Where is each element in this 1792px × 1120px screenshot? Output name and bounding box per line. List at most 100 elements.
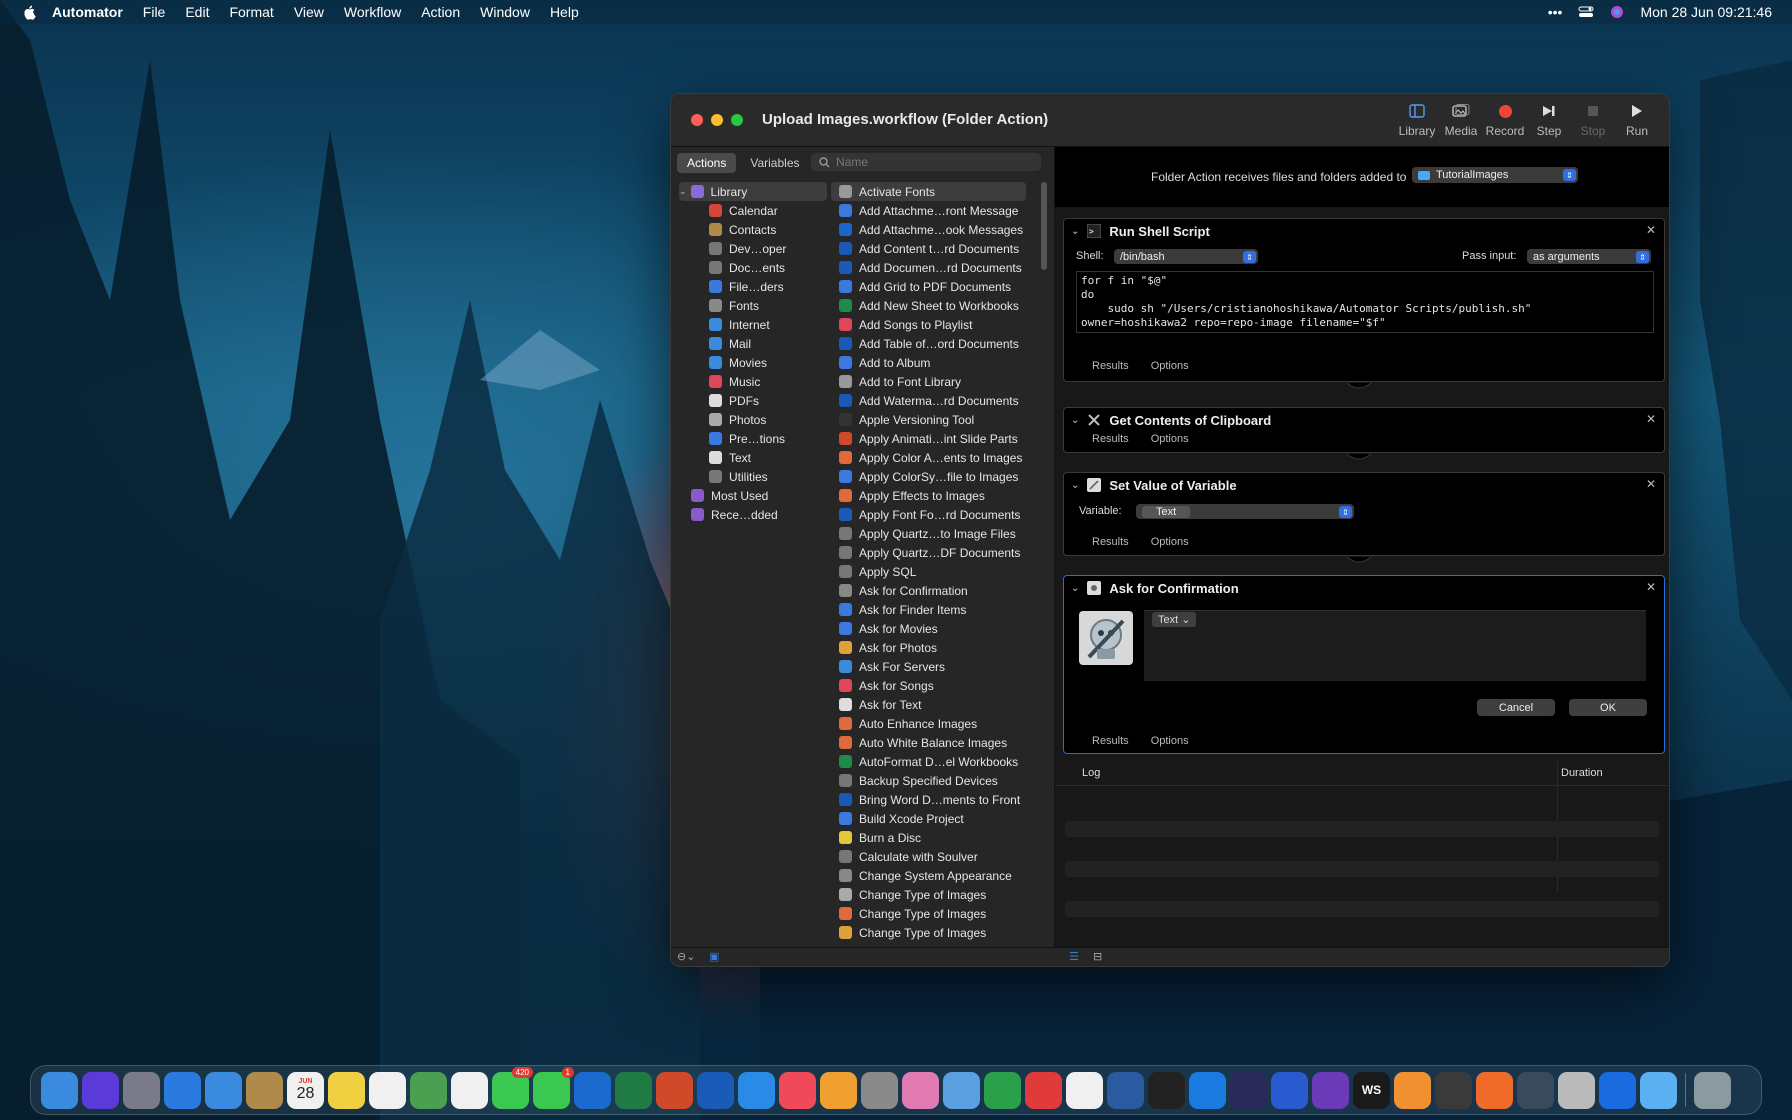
menu-file[interactable]: File bbox=[143, 4, 166, 20]
action-item[interactable]: Ask for Finder Items bbox=[831, 600, 1026, 619]
safari-dock-icon[interactable] bbox=[164, 1071, 201, 1109]
duration-column[interactable]: Duration bbox=[1561, 767, 1603, 779]
more-icon[interactable]: ••• bbox=[1548, 4, 1563, 20]
category-item[interactable]: Movies bbox=[679, 353, 827, 372]
finder-dock-icon[interactable] bbox=[41, 1071, 78, 1109]
menubar-clock[interactable]: Mon 28 Jun 09:21:46 bbox=[1640, 4, 1772, 20]
keynote-like-dock-icon[interactable] bbox=[902, 1071, 939, 1109]
action-item[interactable]: Ask For Servers bbox=[831, 657, 1026, 676]
record-button[interactable]: Record bbox=[1483, 102, 1527, 138]
category-item[interactable]: ⌄ Library bbox=[679, 182, 827, 201]
action-item[interactable]: Ask for Songs bbox=[831, 676, 1026, 695]
category-item[interactable]: Text bbox=[679, 448, 827, 467]
menu-view[interactable]: View bbox=[294, 4, 324, 20]
action-item[interactable]: Add Table of…ord Documents bbox=[831, 334, 1026, 353]
action-item[interactable]: Build Xcode Project bbox=[831, 809, 1026, 828]
tab-variables[interactable]: Variables bbox=[740, 153, 809, 173]
action-item[interactable]: Apply SQL bbox=[831, 562, 1026, 581]
action-item[interactable]: Ask for Text bbox=[831, 695, 1026, 714]
action-item[interactable]: Ask for Movies bbox=[831, 619, 1026, 638]
category-item[interactable]: Mail bbox=[679, 334, 827, 353]
sublime-dock-icon[interactable] bbox=[1435, 1071, 1472, 1109]
action-list-scrollbar[interactable] bbox=[1041, 182, 1047, 270]
action-item[interactable]: Apply ColorSy…file to Images bbox=[831, 467, 1026, 486]
close-window-button[interactable] bbox=[691, 114, 703, 126]
visual-studio-dock-icon[interactable] bbox=[1312, 1071, 1349, 1109]
action-item[interactable]: Add New Sheet to Workbooks bbox=[831, 296, 1026, 315]
word-dock-icon[interactable] bbox=[697, 1071, 734, 1109]
action-item[interactable]: Add Documen…rd Documents bbox=[831, 258, 1026, 277]
log-column[interactable]: Log bbox=[1082, 767, 1100, 779]
category-item[interactable]: Photos bbox=[679, 410, 827, 429]
action-item[interactable]: Apply Font Fo…rd Documents bbox=[831, 505, 1026, 524]
media-button[interactable]: Media bbox=[1439, 102, 1483, 138]
contacts-dock-icon[interactable] bbox=[246, 1071, 283, 1109]
action-item[interactable]: Auto Enhance Images bbox=[831, 714, 1026, 733]
menu-window[interactable]: Window bbox=[480, 4, 530, 20]
powerpoint-dock-icon[interactable] bbox=[656, 1071, 693, 1109]
action-item[interactable]: Auto White Balance Images bbox=[831, 733, 1026, 752]
firefox-dev-dock-icon[interactable] bbox=[1271, 1071, 1308, 1109]
category-item[interactable]: Dev…oper bbox=[679, 239, 827, 258]
action-item[interactable]: Apply Quartz…DF Documents bbox=[831, 543, 1026, 562]
category-item[interactable]: Fonts bbox=[679, 296, 827, 315]
automator-dock-icon[interactable] bbox=[1558, 1071, 1595, 1109]
category-item[interactable]: Pre…tions bbox=[679, 429, 827, 448]
action-item[interactable]: Add Songs to Playlist bbox=[831, 315, 1026, 334]
mail-dock-icon[interactable] bbox=[205, 1071, 242, 1109]
action-item[interactable]: Change Type of Images bbox=[831, 904, 1026, 923]
action-item[interactable]: Add Attachme…ront Message bbox=[831, 201, 1026, 220]
home-dock-icon[interactable] bbox=[820, 1071, 857, 1109]
action-item[interactable]: Add Waterma…rd Documents bbox=[831, 391, 1026, 410]
virtualbox-dock-icon[interactable] bbox=[1107, 1071, 1144, 1109]
evernote-dock-icon[interactable] bbox=[984, 1071, 1021, 1109]
photos-dock-icon[interactable] bbox=[451, 1071, 488, 1109]
menu-help[interactable]: Help bbox=[550, 4, 579, 20]
action-item[interactable]: Change System Appearance bbox=[831, 866, 1026, 885]
tab-actions[interactable]: Actions bbox=[677, 153, 737, 173]
action-item[interactable]: Add Attachme…ook Messages bbox=[831, 220, 1026, 239]
menu-format[interactable]: Format bbox=[229, 4, 273, 20]
stop-button[interactable]: Stop bbox=[1571, 102, 1615, 138]
category-item[interactable]: Most Used bbox=[679, 486, 827, 505]
action-item[interactable]: Activate Fonts bbox=[831, 182, 1026, 201]
action-item[interactable]: AutoFormat D…el Workbooks bbox=[831, 752, 1026, 771]
category-item[interactable]: PDFs bbox=[679, 391, 827, 410]
action-item[interactable]: Burn a Disc bbox=[831, 828, 1026, 847]
action-item[interactable]: Ask for Confirmation bbox=[831, 581, 1026, 600]
action-menu-icon[interactable]: ⊖⌄ bbox=[677, 950, 695, 963]
action-item[interactable]: Backup Specified Devices bbox=[831, 771, 1026, 790]
eclipse-dock-icon[interactable] bbox=[1230, 1071, 1267, 1109]
category-item[interactable]: Calendar bbox=[679, 201, 827, 220]
action-item[interactable]: Bring Word D…ments to Front bbox=[831, 790, 1026, 809]
calendar-dock-icon[interactable]: JUN 28 bbox=[287, 1071, 324, 1109]
show-description-icon[interactable]: ▣ bbox=[709, 950, 719, 963]
category-item[interactable]: Internet bbox=[679, 315, 827, 334]
action-item[interactable]: Apply Quartz…to Image Files bbox=[831, 524, 1026, 543]
trash-dock-icon[interactable] bbox=[1694, 1071, 1731, 1109]
category-item[interactable]: Music bbox=[679, 372, 827, 391]
system-preferences-dock-icon[interactable] bbox=[861, 1071, 898, 1109]
launchpad-dock-icon[interactable] bbox=[123, 1071, 160, 1109]
search-field[interactable]: Name bbox=[811, 153, 1041, 171]
reminders-dock-icon[interactable] bbox=[369, 1071, 406, 1109]
category-item[interactable]: File…ders bbox=[679, 277, 827, 296]
xcode-like-dock-icon[interactable] bbox=[1189, 1071, 1226, 1109]
app-store-dock-icon[interactable] bbox=[738, 1071, 775, 1109]
menu-workflow[interactable]: Workflow bbox=[344, 4, 401, 20]
menu-edit[interactable]: Edit bbox=[185, 4, 209, 20]
category-item[interactable]: Utilities bbox=[679, 467, 827, 486]
pdf-app-dock-icon[interactable] bbox=[1025, 1071, 1062, 1109]
pencil-app-dock-icon[interactable] bbox=[1476, 1071, 1513, 1109]
preview-2-dock-icon[interactable] bbox=[1640, 1071, 1677, 1109]
outlook-dock-icon[interactable] bbox=[574, 1071, 611, 1109]
menu-app-name[interactable]: Automator bbox=[52, 4, 123, 20]
maps-dock-icon[interactable] bbox=[410, 1071, 447, 1109]
run-button[interactable]: Run bbox=[1615, 102, 1659, 138]
category-item[interactable]: Doc…ents bbox=[679, 258, 827, 277]
action-item[interactable]: Change Type of Images bbox=[831, 923, 1026, 942]
action-item[interactable]: Apply Color A…ents to Images bbox=[831, 448, 1026, 467]
webstorm-dock-icon[interactable]: WS bbox=[1353, 1071, 1390, 1109]
action-item[interactable]: Apple Versioning Tool bbox=[831, 410, 1026, 429]
apple-logo-icon[interactable] bbox=[22, 4, 38, 20]
